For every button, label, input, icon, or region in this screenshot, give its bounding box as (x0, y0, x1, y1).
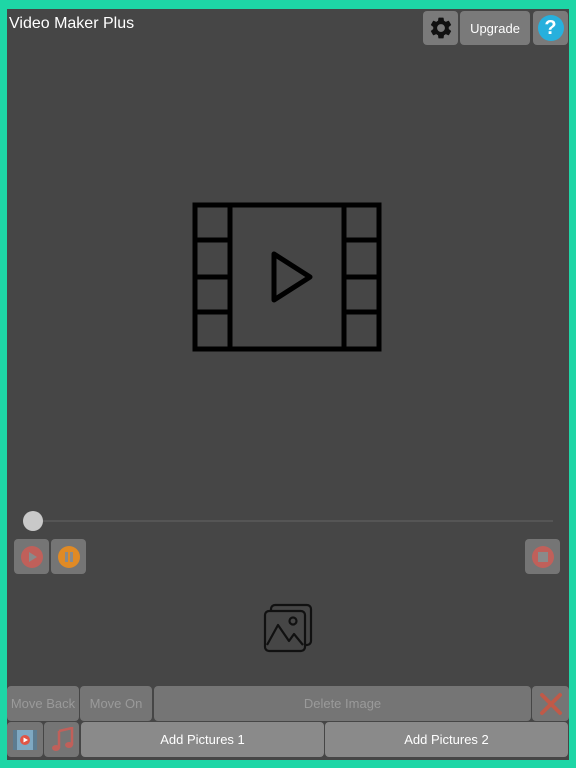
timeline-slider-thumb[interactable] (23, 511, 43, 531)
gear-icon (430, 17, 451, 39)
upgrade-button[interactable]: Upgrade (460, 11, 530, 45)
close-button[interactable] (532, 686, 569, 721)
stop-icon (531, 545, 554, 568)
music-button[interactable] (44, 722, 79, 757)
app-title: Video Maker Plus (9, 15, 135, 32)
app-screen: Video Maker Plus Upgrade ? Move Back Mov… (7, 9, 569, 760)
help-icon: ? (537, 15, 564, 41)
settings-button[interactable] (423, 11, 458, 45)
play-icon (20, 545, 43, 568)
pause-button[interactable] (51, 539, 86, 574)
stop-button[interactable] (525, 539, 560, 574)
play-button[interactable] (14, 539, 49, 574)
gallery-icon (263, 603, 313, 653)
move-on-button[interactable]: Move On (80, 686, 152, 721)
add-pictures-1-button[interactable]: Add Pictures 1 (81, 722, 324, 757)
help-button[interactable]: ? (533, 11, 568, 45)
delete-image-button[interactable]: Delete Image (154, 686, 531, 721)
add-pictures-2-button[interactable]: Add Pictures 2 (325, 722, 568, 757)
timeline-slider-track[interactable] (33, 520, 553, 522)
video-button[interactable] (7, 722, 43, 757)
move-back-button[interactable]: Move Back (7, 686, 79, 721)
music-note-icon (51, 726, 73, 751)
pause-icon (57, 545, 80, 568)
video-icon (13, 729, 37, 750)
close-icon (539, 692, 562, 715)
film-play-icon (192, 202, 382, 352)
